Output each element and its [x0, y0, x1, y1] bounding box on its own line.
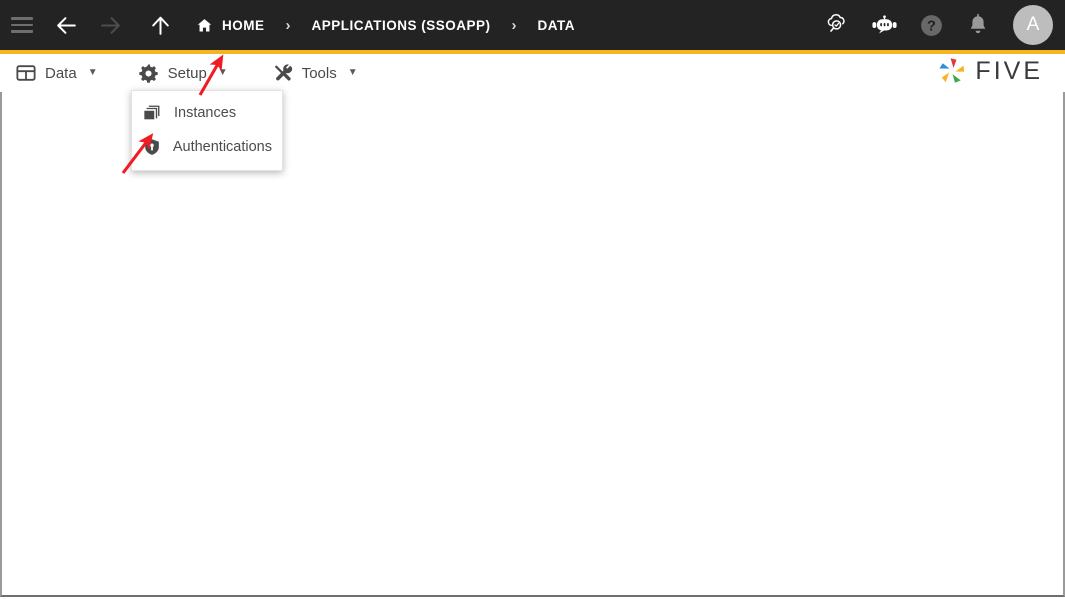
- menu-item-data[interactable]: Data ▼: [16, 63, 98, 83]
- user-avatar[interactable]: A: [1013, 5, 1053, 45]
- cloud-search-icon: [827, 14, 845, 32]
- arrow-right-icon: [100, 16, 120, 34]
- arrow-left-icon: [56, 16, 76, 34]
- forward-button[interactable]: [88, 0, 132, 50]
- home-icon: [197, 18, 212, 32]
- hamburger-icon: [11, 17, 33, 33]
- menu-item-setup[interactable]: Setup ▼: [138, 63, 228, 84]
- dropdown-item-instances[interactable]: Instances: [132, 96, 282, 130]
- bell-icon: [970, 13, 986, 34]
- breadcrumb-label-applications: APPLICATIONS (SSOAPP): [311, 17, 491, 33]
- dropdown-label-instances: Instances: [174, 105, 237, 121]
- gear-icon: [138, 63, 159, 84]
- breadcrumb: HOME › APPLICATIONS (SSOAPP) › DATA: [196, 0, 575, 50]
- five-star-logo-icon: [939, 58, 965, 83]
- topbar-actions: ? A: [822, 0, 1053, 50]
- menu-label-tools: Tools: [301, 64, 337, 82]
- chevron-down-icon-tools: ▼: [347, 67, 358, 78]
- application-window: HOME › APPLICATIONS (SSOAPP) › DATA ? A …: [0, 0, 1065, 599]
- application-menu-bar: Data ▼ Setup ▼ Tools ▼: [0, 54, 1065, 92]
- chevron-down-icon-data: ▼: [87, 67, 98, 78]
- hamburger-menu-button[interactable]: [0, 0, 44, 50]
- top-navigation-bar: HOME › APPLICATIONS (SSOAPP) › DATA ? A: [0, 0, 1065, 50]
- breadcrumb-item-applications[interactable]: APPLICATIONS (SSOAPP): [312, 18, 491, 33]
- menu-label-data: Data: [45, 64, 77, 82]
- arrow-up-icon: [151, 16, 169, 35]
- chevron-down-icon-setup: ▼: [217, 67, 228, 78]
- help-button[interactable]: ?: [916, 10, 946, 40]
- chatbot-button[interactable]: [869, 10, 899, 40]
- five-logo: FIVE: [937, 56, 1043, 86]
- table-grid-icon: [16, 63, 36, 83]
- chatbot-icon: [871, 15, 897, 34]
- cloud-search-button[interactable]: [822, 10, 852, 40]
- shield-lock-icon: [143, 138, 162, 156]
- menu-label-setup: Setup: [167, 64, 207, 82]
- breadcrumb-separator-2: ›: [511, 16, 517, 34]
- menu-item-tools[interactable]: Tools ▼: [272, 63, 358, 84]
- breadcrumb-label-data: DATA: [537, 17, 576, 33]
- avatar-initial: A: [1026, 14, 1040, 35]
- breadcrumb-item-data[interactable]: DATA: [538, 18, 576, 33]
- dropdown-label-authentications: Authentications: [172, 139, 272, 155]
- up-level-button[interactable]: [138, 0, 182, 50]
- layers-icon: [143, 104, 163, 122]
- svg-text:?: ?: [927, 18, 936, 34]
- tools-icon: [272, 63, 293, 84]
- back-button[interactable]: [44, 0, 88, 50]
- dropdown-item-authentications[interactable]: Authentications: [132, 130, 282, 164]
- breadcrumb-label-home: HOME: [222, 17, 265, 33]
- notifications-button[interactable]: [963, 10, 993, 40]
- five-logo-text: FIVE: [975, 56, 1043, 85]
- breadcrumb-item-home[interactable]: HOME: [196, 17, 265, 34]
- setup-dropdown-menu: Instances Authentications: [131, 90, 283, 171]
- breadcrumb-separator-1: ›: [285, 16, 291, 34]
- help-circle-icon: ?: [920, 14, 942, 36]
